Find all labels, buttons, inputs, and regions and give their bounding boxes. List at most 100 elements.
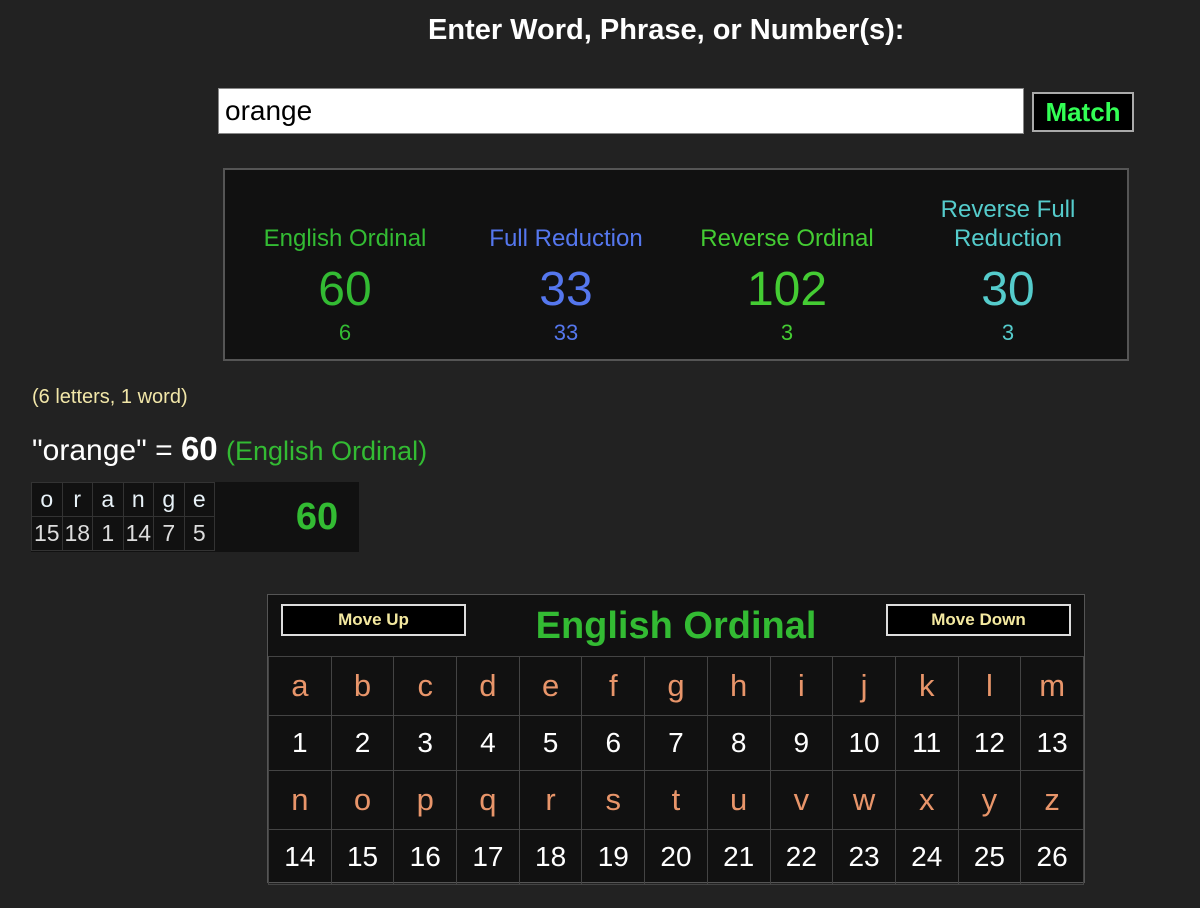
breakdown-letter: g (153, 482, 185, 517)
breakdown-number: 18 (61, 516, 93, 551)
grid-number-cell: 7 (644, 715, 708, 771)
grid-letter-cell: u (706, 770, 771, 830)
grid-letter-cell: s (581, 770, 646, 830)
grid-number-cell: 16 (393, 829, 458, 885)
grid-letter-cell: b (330, 656, 395, 716)
grid-number-cell: 6 (581, 715, 646, 771)
grid-letter-cell: i (769, 656, 834, 716)
grid-number-cell: 23 (832, 829, 896, 885)
grid-number-cell: 9 (769, 715, 834, 771)
grid-number-cell: 8 (706, 715, 771, 771)
grid-letter-cell: p (393, 770, 458, 830)
grid-letter-cell: h (706, 656, 771, 716)
result-line: "orange" = 60 (English Ordinal) (32, 430, 427, 468)
grid-number-cell: 18 (518, 829, 583, 885)
grid-letter-cell: w (832, 770, 896, 830)
grid-number-cell: 20 (644, 829, 708, 885)
result-equals: = (155, 434, 173, 467)
grid-letter-cell: z (1020, 770, 1084, 830)
search-input[interactable] (218, 88, 1024, 134)
grid-number-cell: 14 (268, 829, 332, 885)
grid-number-cell: 4 (456, 715, 520, 771)
breakdown-number: 14 (122, 516, 154, 551)
cipher-name: Reduction (953, 225, 1063, 252)
cipher-value: 60 (318, 263, 372, 316)
cipher-name: English Ordinal (263, 225, 427, 252)
grid-letter-cell: a (268, 656, 332, 716)
grid-letter-cell: f (581, 656, 646, 716)
grid-number-row: 14 15 16 17 18 19 20 21 22 23 24 25 26 (268, 829, 1084, 885)
grid-number-cell: 10 (832, 715, 896, 771)
grid-letter-cell: n (268, 770, 332, 830)
grid-letter-cell: x (894, 770, 959, 830)
grid-letter-cell: o (330, 770, 395, 830)
grid-number-cell: 5 (518, 715, 583, 771)
grid-number-cell: 13 (1020, 715, 1084, 771)
grid-number-cell: 3 (393, 715, 458, 771)
grid-letter-cell: e (518, 656, 583, 716)
cipher-name: Full Reduction (489, 225, 643, 252)
breakdown-letter: a (92, 482, 124, 517)
gematria-page: Enter Word, Phrase, or Number(s): Match … (0, 0, 1200, 908)
grid-number-cell: 2 (330, 715, 395, 771)
prompt-text: Enter Word, Phrase, or Number(s): (428, 14, 905, 46)
result-cipher-name: (English Ordinal) (226, 436, 428, 466)
grid-letter-cell: m (1020, 656, 1084, 716)
cipher-grid: abcdefghijklm 1 2 3 4 5 6 7 8 9 10 11 12 13 nopqrstu… (268, 656, 1084, 885)
letter-breakdown: orange 15 18 1 14 7 5 60 (31, 482, 359, 552)
result-value: 60 (180, 430, 218, 467)
grid-number-cell: 21 (706, 829, 771, 885)
grid-letter-cell: d (456, 656, 520, 716)
grid-letter-cell: r (518, 770, 583, 830)
grid-number-cell: 11 (894, 715, 959, 771)
breakdown-letter: o (31, 482, 63, 517)
result-phrase: "orange" (32, 434, 147, 467)
cipher-reduced-value: 3 (1001, 320, 1015, 345)
move-down-button[interactable]: Move Down (886, 604, 1071, 636)
grid-letter-cell: g (644, 656, 708, 716)
grid-letter-cell: q (456, 770, 520, 830)
grid-letter-cell: k (894, 656, 959, 716)
grid-letter-cell: t (644, 770, 708, 830)
grid-number-cell: 22 (769, 829, 834, 885)
letter-count: (6 letters, 1 word) (32, 386, 188, 408)
match-button[interactable]: Match (1032, 92, 1134, 132)
breakdown-letter-row: orange (31, 482, 215, 517)
breakdown-number: 5 (183, 516, 215, 551)
grid-letter-cell: y (957, 770, 1022, 830)
breakdown-number: 15 (31, 516, 63, 551)
cipher-reduced-value: 6 (338, 320, 352, 345)
cipher-value: 33 (539, 263, 593, 316)
cipher-chart: Move Up English Ordinal Move Down abcdef… (267, 594, 1085, 885)
grid-letter-cell: l (957, 656, 1022, 716)
grid-number-row: 1 2 3 4 5 6 7 8 9 10 11 12 13 (268, 715, 1084, 771)
cipher-name-line1: Reverse Full (940, 196, 1076, 223)
grid-letter-cell: c (393, 656, 458, 716)
grid-number-cell: 17 (456, 829, 520, 885)
breakdown-number: 1 (92, 516, 124, 551)
cipher-reduced-value: 33 (553, 320, 579, 345)
breakdown-letter: n (122, 482, 154, 517)
cipher-reduced-value: 3 (780, 320, 794, 345)
grid-number-cell: 24 (894, 829, 959, 885)
grid-number-cell: 15 (330, 829, 395, 885)
breakdown-total: 60 (295, 496, 339, 538)
breakdown-letter: e (183, 482, 215, 517)
cipher-value: 30 (981, 263, 1035, 316)
breakdown-number-row: 15 18 1 14 7 5 (31, 516, 215, 551)
breakdown-table: orange 15 18 1 14 7 5 (31, 482, 215, 551)
breakdown-letter: r (61, 482, 93, 517)
breakdown-number: 7 (153, 516, 185, 551)
grid-number-cell: 12 (957, 715, 1022, 771)
grid-number-cell: 19 (581, 829, 646, 885)
cipher-value: 102 (746, 263, 828, 316)
grid-number-cell: 26 (1020, 829, 1084, 885)
grid-number-cell: 25 (957, 829, 1022, 885)
grid-letter-row: nopqrstuvwxyz (268, 770, 1084, 830)
cipher-name: Reverse Ordinal (700, 225, 874, 252)
grid-letter-cell: j (832, 656, 896, 716)
grid-number-cell: 1 (268, 715, 332, 771)
grid-letter-cell: v (769, 770, 834, 830)
grid-letter-row: abcdefghijklm (268, 656, 1084, 716)
cipher-summary-box: English Ordinal 60 6 Full Reduction 33 3… (223, 168, 1129, 361)
